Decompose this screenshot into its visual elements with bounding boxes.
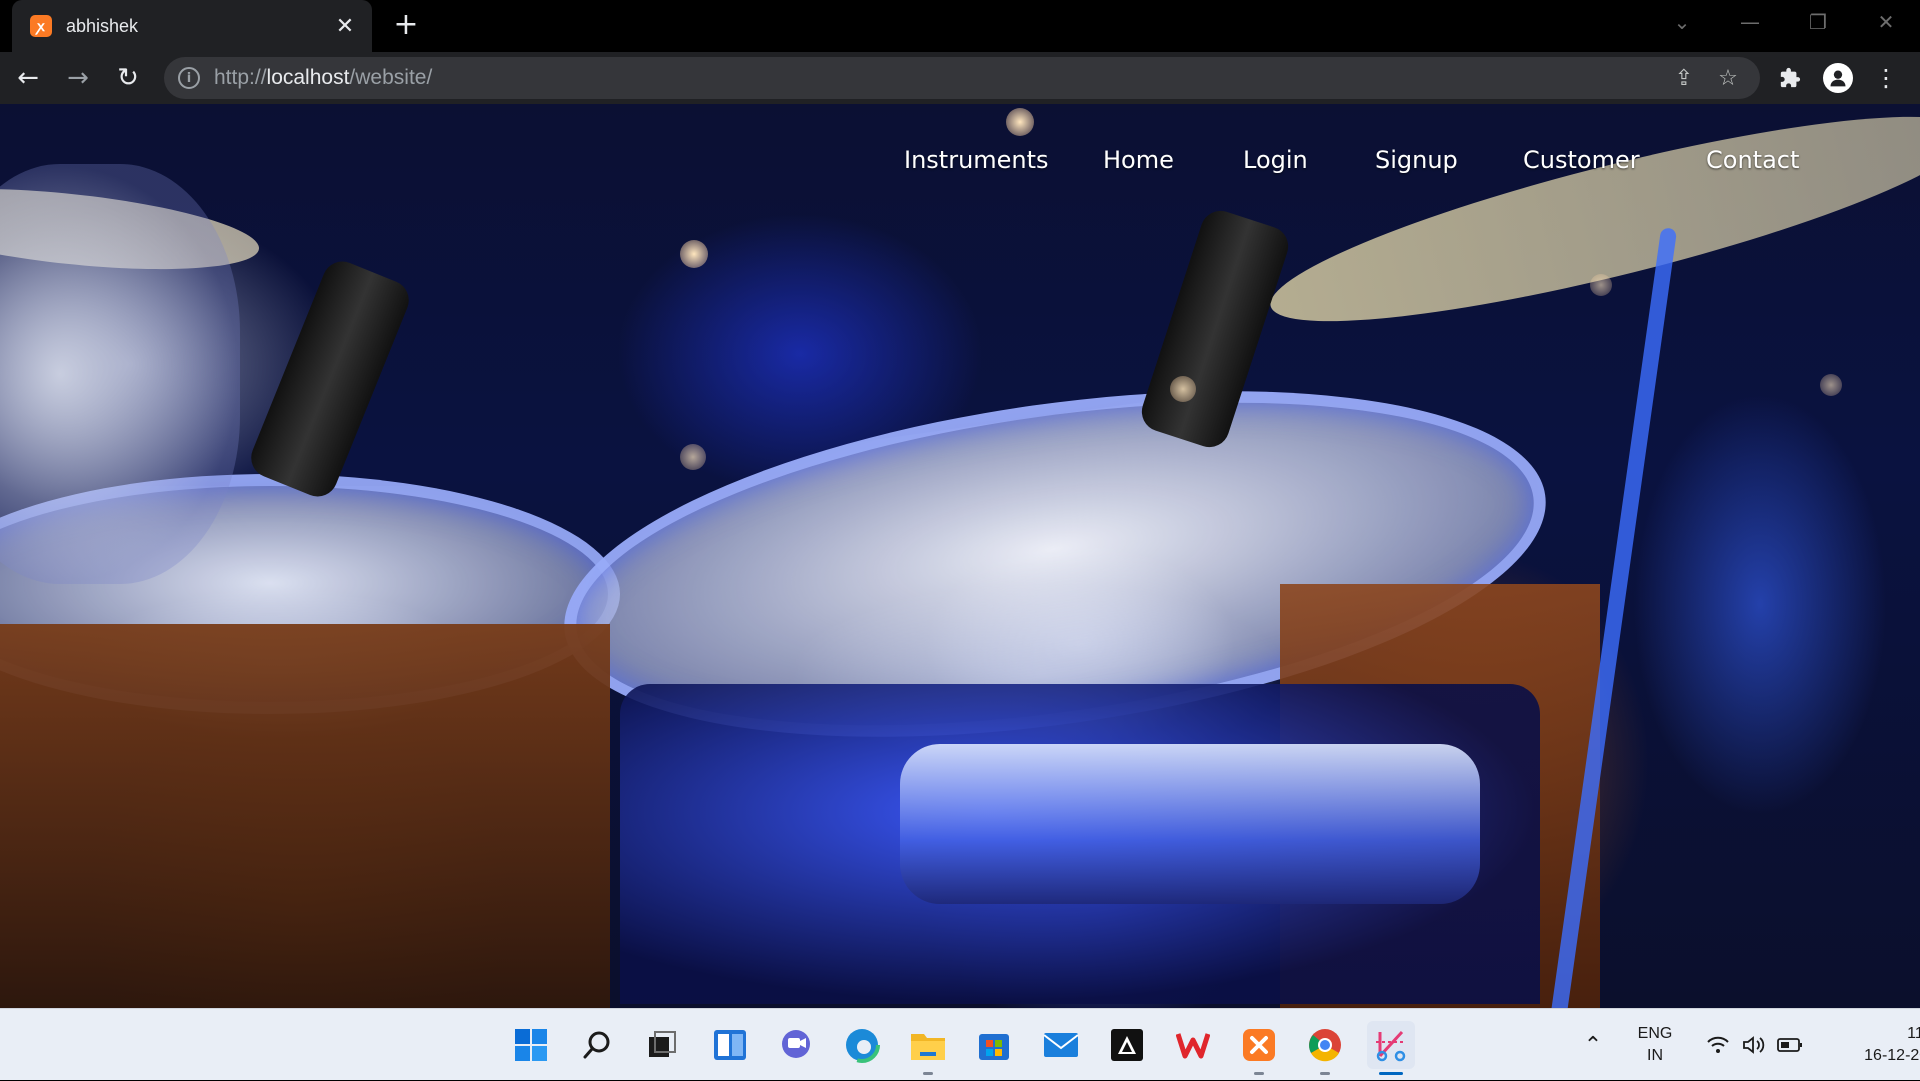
window-controls: ⌄ — ❐ ✕ — [1648, 0, 1920, 44]
clock[interactable]: 11:19 16-12-2021 — [1836, 1023, 1920, 1067]
microsoft-store-icon[interactable] — [970, 1021, 1018, 1069]
drummer-arm — [0, 164, 240, 584]
bokeh-light — [1820, 374, 1842, 396]
wifi-icon[interactable] — [1700, 1035, 1736, 1055]
clock-time: 11:19 — [1907, 1025, 1920, 1042]
microphone-left — [245, 255, 415, 503]
chrome-bar — [900, 744, 1480, 904]
address-bar[interactable]: i http://localhost/website/ ⇪ ☆ — [164, 57, 1760, 99]
bokeh-light — [680, 444, 706, 470]
windows-start-icon[interactable] — [507, 1021, 555, 1069]
chrome-icon[interactable] — [1301, 1021, 1349, 1075]
site-navigation: Instruments Home Login Signup Customer C… — [0, 146, 1920, 186]
menu-kebab-icon[interactable]: ⋮ — [1862, 56, 1910, 100]
tab-search-button[interactable]: ⌄ — [1648, 0, 1716, 44]
battery-icon[interactable] — [1772, 1037, 1808, 1053]
back-button[interactable]: ← — [6, 56, 50, 100]
new-tab-button[interactable]: + — [388, 8, 424, 44]
clock-date: 16-12-2021 — [1864, 1047, 1920, 1064]
mail-icon[interactable] — [1037, 1021, 1085, 1069]
search-icon[interactable] — [573, 1021, 621, 1069]
volume-icon[interactable] — [1736, 1035, 1772, 1055]
language-code: ENG — [1637, 1025, 1673, 1042]
minimize-button[interactable]: — — [1716, 0, 1784, 44]
bookmark-star-icon[interactable]: ☆ — [1706, 57, 1750, 99]
bokeh-light — [1006, 108, 1034, 136]
system-tray: ⌃ ENG IN 11:19 16-12-2021 — [1576, 1009, 1920, 1081]
extensions-icon[interactable] — [1766, 56, 1814, 100]
nav-contact[interactable]: Contact — [1706, 146, 1799, 174]
nav-signup[interactable]: Signup — [1375, 146, 1458, 174]
chevron-up-icon[interactable]: ⌃ — [1576, 1032, 1610, 1058]
url-host: localhost — [266, 66, 350, 89]
edge-icon[interactable] — [838, 1021, 886, 1069]
profile-avatar[interactable] — [1814, 56, 1862, 100]
xampp-icon: ꭗ — [30, 15, 52, 37]
url-path: /website/ — [349, 66, 433, 89]
browser-tab[interactable]: ꭗ abhishek ✕ — [12, 0, 372, 52]
file-explorer-icon[interactable] — [904, 1021, 952, 1075]
nav-instruments[interactable]: Instruments — [904, 146, 1049, 174]
share-icon[interactable]: ⇪ — [1662, 57, 1706, 99]
running-indicator — [923, 1072, 933, 1075]
nav-customer[interactable]: Customer — [1523, 146, 1640, 174]
tab-title: abhishek — [66, 15, 139, 36]
task-view-icon[interactable] — [639, 1021, 687, 1069]
restore-button[interactable]: ❐ — [1784, 0, 1852, 44]
xampp-icon[interactable] — [1235, 1021, 1283, 1075]
nav-login[interactable]: Login — [1243, 146, 1308, 174]
running-indicator — [1320, 1072, 1330, 1075]
windows-taskbar: ⌃ ENG IN 11:19 16-12-2021 — [0, 1008, 1920, 1080]
wps-office-icon[interactable] — [1169, 1021, 1217, 1069]
teams-chat-icon[interactable] — [772, 1021, 820, 1069]
bokeh-light — [1590, 274, 1612, 296]
browser-titlebar: ꭗ abhishek ✕ + ⌄ — ❐ ✕ — [0, 0, 1920, 52]
running-indicator — [1254, 1072, 1264, 1075]
cymbal-right — [1257, 104, 1920, 360]
bokeh-light — [1170, 376, 1196, 402]
close-tab-icon[interactable]: ✕ — [332, 14, 358, 39]
region-code: IN — [1647, 1047, 1663, 1064]
url-scheme: http:// — [214, 66, 267, 89]
url-text[interactable]: http://localhost/website/ — [214, 66, 432, 90]
close-window-button[interactable]: ✕ — [1852, 0, 1920, 44]
avatar-icon — [1823, 63, 1853, 93]
drum-shell-left — [0, 624, 610, 1008]
site-info-icon[interactable]: i — [178, 67, 200, 89]
bokeh-light — [680, 240, 708, 268]
running-indicator — [1379, 1072, 1403, 1075]
snipping-tool-icon[interactable] — [1367, 1021, 1415, 1075]
reload-button[interactable]: ↻ — [106, 56, 150, 100]
hero-background: Instruments Home Login Signup Customer C… — [0, 104, 1920, 1008]
browser-toolbar: ← → ↻ i http://localhost/website/ ⇪ ☆ ⋮ — [0, 52, 1920, 104]
widgets-icon[interactable] — [706, 1021, 754, 1069]
inkscape-icon[interactable] — [1103, 1021, 1151, 1069]
forward-button[interactable]: → — [56, 56, 100, 100]
language-indicator[interactable]: ENG IN — [1620, 1023, 1690, 1067]
nav-home[interactable]: Home — [1103, 146, 1174, 174]
